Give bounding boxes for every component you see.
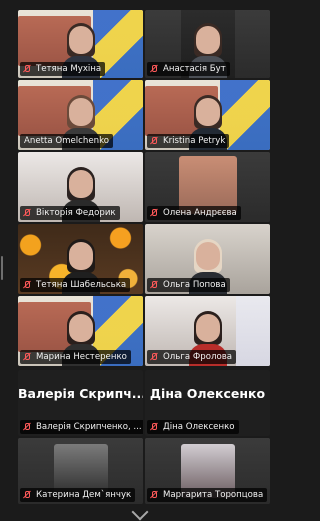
muted-mic-icon xyxy=(149,352,159,362)
camera-off-name: Валерія Скрипч... xyxy=(18,386,143,401)
video-tile-olena-andreieva[interactable]: Олена Андрєєва xyxy=(145,152,270,222)
muted-mic-icon xyxy=(149,208,159,218)
muted-mic-icon xyxy=(149,64,159,74)
participant-nameplate: Вікторія Федорик xyxy=(20,206,120,220)
participant-nameplate: Kristina Petryk xyxy=(147,134,230,148)
video-tile-valeriia-skrypchenko[interactable]: Валерія Скрипч... Валерія Скрипченко, ..… xyxy=(18,370,143,436)
participant-name: Ольга Попова xyxy=(163,280,226,290)
scroll-down-chevron-icon[interactable] xyxy=(131,503,149,521)
video-tile-kateryna-demianchuk[interactable]: Катерина Дем`янчук xyxy=(18,438,143,504)
muted-mic-icon xyxy=(22,280,32,290)
participant-nameplate: Катерина Дем`янчук xyxy=(20,488,136,502)
muted-mic-icon xyxy=(149,280,159,290)
participant-name: Вікторія Федорик xyxy=(36,208,116,218)
participant-name: Anetta Omelchenko xyxy=(24,136,109,146)
muted-mic-icon xyxy=(22,64,32,74)
participant-nameplate: Ольга Фролова xyxy=(147,350,237,364)
participant-name: Ольга Фролова xyxy=(163,352,233,362)
participant-nameplate: Тетяна Мухіна xyxy=(20,62,106,76)
banner-panel xyxy=(236,296,270,366)
participant-name: Kristina Petryk xyxy=(163,136,226,146)
participant-name: Маргарита Торопцова xyxy=(163,490,264,500)
video-tile-marharyta-toroptsova[interactable]: Маргарита Торопцова xyxy=(145,438,270,504)
participant-name: Валерія Скрипченко, ... xyxy=(36,422,142,432)
camera-off-name: Діна Олексенко xyxy=(149,386,266,401)
participant-nameplate: Марина Нестеренко xyxy=(20,350,131,364)
muted-mic-icon xyxy=(22,422,32,432)
participant-nameplate: Anetta Omelchenko xyxy=(20,134,113,148)
participant-name: Катерина Дем`янчук xyxy=(36,490,132,500)
participant-nameplate: Діна Олексенко xyxy=(147,420,239,434)
video-tile-anastasiia-but[interactable]: Анастасія Бут xyxy=(145,10,270,78)
video-tile-maryna-nesterenko[interactable]: Марина Нестеренко xyxy=(18,296,143,366)
participant-name: Тетяна Шабельська xyxy=(36,280,127,290)
video-tile-tetiana-shabelska[interactable]: Тетяна Шабельська xyxy=(18,224,143,294)
video-tile-anetta-omelchenko[interactable]: Anetta Omelchenko xyxy=(18,80,143,150)
video-tile-tetiana-mukhina[interactable]: Тетяна Мухіна xyxy=(18,10,143,78)
muted-mic-icon xyxy=(149,136,159,146)
participant-nameplate: Тетяна Шабельська xyxy=(20,278,131,292)
side-panel-handle[interactable] xyxy=(1,256,3,280)
muted-mic-icon xyxy=(22,490,32,500)
video-tile-kristina-petryk[interactable]: Kristina Petryk xyxy=(145,80,270,150)
muted-mic-icon xyxy=(22,208,32,218)
participant-name: Олена Андрєєва xyxy=(163,208,237,218)
participant-nameplate: Олена Андрєєва xyxy=(147,206,241,220)
participant-nameplate: Маргарита Торопцова xyxy=(147,488,268,502)
participant-name: Тетяна Мухіна xyxy=(36,64,102,74)
muted-mic-icon xyxy=(149,490,159,500)
participant-nameplate: Валерія Скрипченко, ... xyxy=(20,420,143,434)
participant-nameplate: Ольга Попова xyxy=(147,278,230,292)
video-tile-viktoriia-fedoryk[interactable]: Вікторія Федорик xyxy=(18,152,143,222)
muted-mic-icon xyxy=(149,422,159,432)
video-tile-dina-oleksenko[interactable]: Діна Олексенко Діна Олексенко xyxy=(145,370,270,436)
video-tile-olha-popova[interactable]: Ольга Попова xyxy=(145,224,270,294)
video-tile-olha-frolova[interactable]: Ольга Фролова xyxy=(145,296,270,366)
muted-mic-icon xyxy=(22,352,32,362)
participant-nameplate: Анастасія Бут xyxy=(147,62,230,76)
participant-name: Марина Нестеренко xyxy=(36,352,127,362)
participant-name: Діна Олексенко xyxy=(163,422,235,432)
participant-name: Анастасія Бут xyxy=(163,64,226,74)
